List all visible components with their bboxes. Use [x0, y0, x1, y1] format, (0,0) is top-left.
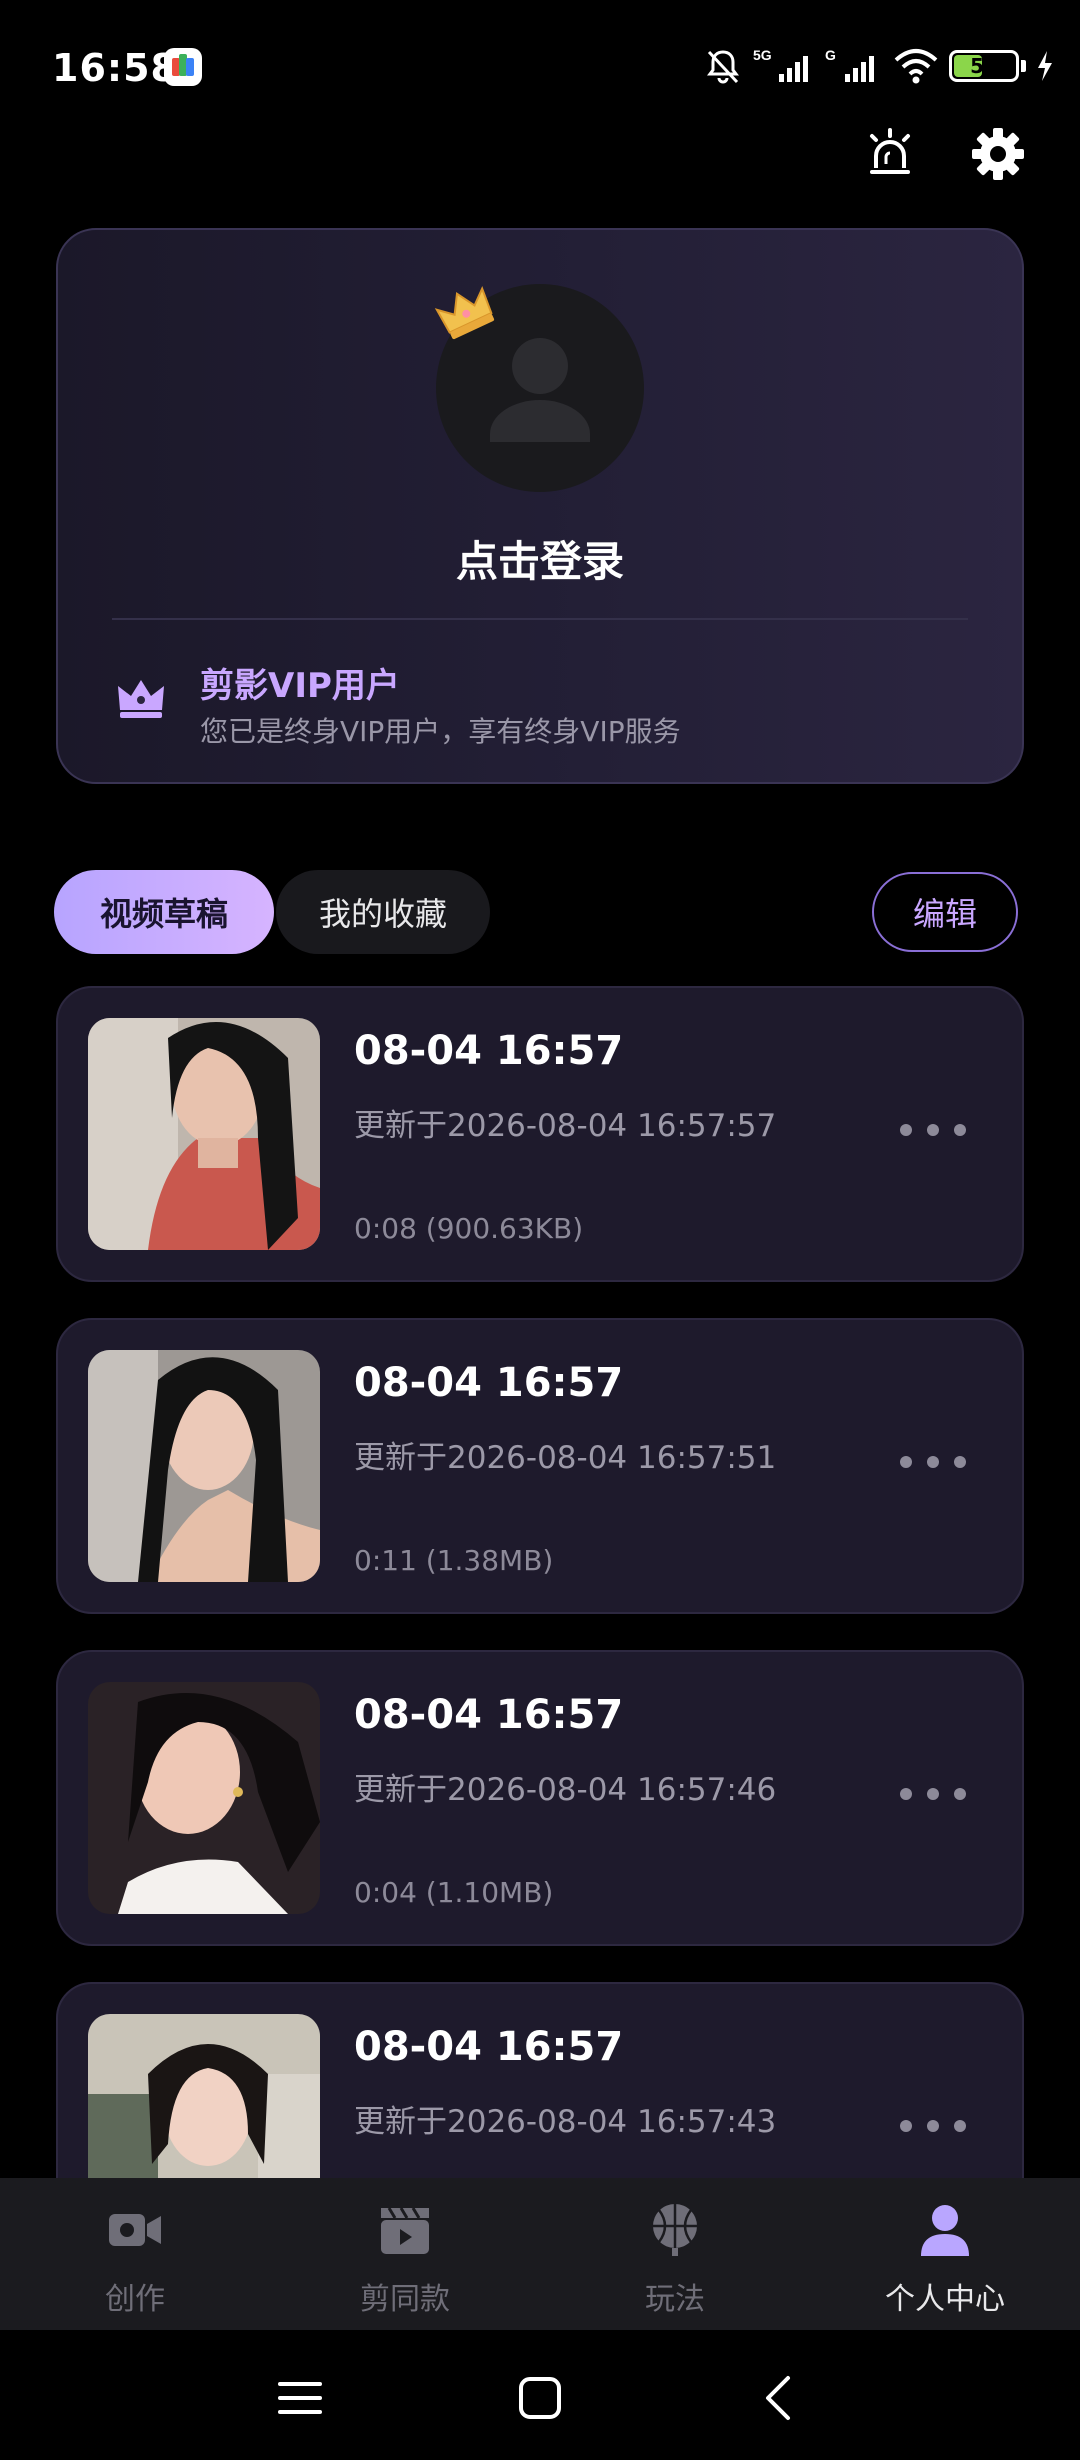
- draft-thumbnail[interactable]: [88, 1682, 320, 1914]
- draft-thumbnail[interactable]: [88, 1018, 320, 1250]
- draft-item[interactable]: 08-04 16:57 更新于2026-08-04 16:57:46 0:04 …: [56, 1650, 1024, 1946]
- status-time: 16:58: [52, 46, 178, 90]
- battery-icon: 50: [949, 50, 1019, 82]
- nav-label: 个人中心: [885, 2282, 1005, 2317]
- tab-video-drafts[interactable]: 视频草稿: [54, 870, 274, 954]
- vip-subtitle: 您已是终身VIP用户，享有终身VIP服务: [200, 715, 681, 748]
- draft-item[interactable]: 08-04 16:57 更新于2026-08-04 16:57:43: [56, 1982, 1024, 2178]
- nav-label: 剪同款: [360, 2282, 450, 2317]
- draft-updated-time: 更新于2026-08-04 16:57:57: [354, 1108, 777, 1144]
- signal-icon-2: G: [825, 47, 874, 82]
- draft-duration-size: 0:11 (1.38MB): [354, 1544, 554, 1577]
- profile-card: 点击登录 剪影VIP用户 您已是终身VIP用户，享有终身VIP服务: [56, 228, 1024, 784]
- card-divider: [112, 618, 968, 620]
- draft-item[interactable]: 08-04 16:57 更新于2026-08-04 16:57:57 0:08 …: [56, 986, 1024, 1282]
- more-options-icon[interactable]: [900, 1782, 966, 1806]
- nav-label: 创作: [105, 2282, 165, 2317]
- vip-crown-icon: [118, 680, 164, 718]
- settings-button[interactable]: [968, 124, 1028, 184]
- more-options-icon[interactable]: [900, 1118, 966, 1142]
- nav-item-play[interactable]: 玩法: [540, 2178, 810, 2330]
- person-icon: [921, 2205, 969, 2256]
- bottom-navigation: 创作 剪同款 玩法 个人中心: [0, 2178, 1080, 2330]
- draft-updated-time: 更新于2026-08-04 16:57:46: [354, 1772, 777, 1808]
- login-prompt[interactable]: 点击登录: [58, 528, 1022, 589]
- vip-crown-badge-icon: [434, 286, 495, 340]
- battery-tip: [1021, 60, 1026, 72]
- draft-updated-time: 更新于2026-08-04 16:57:43: [354, 2104, 777, 2140]
- draft-list[interactable]: 08-04 16:57 更新于2026-08-04 16:57:57 0:08 …: [0, 986, 1080, 2178]
- draft-duration-size: 0:08 (900.63KB): [354, 1212, 584, 1245]
- more-options-icon[interactable]: [900, 1450, 966, 1474]
- wifi-icon: [894, 49, 938, 84]
- vip-title: 剪影VIP用户: [200, 666, 400, 706]
- svg-text:G: G: [825, 47, 836, 63]
- status-icons: 5G G 50: [703, 44, 1054, 88]
- basketball-icon: [653, 2204, 697, 2256]
- nav-item-create[interactable]: 创作: [0, 2178, 270, 2330]
- tab-my-favorites[interactable]: 我的收藏: [276, 870, 490, 954]
- menu-icon[interactable]: [272, 2370, 328, 2426]
- app-notification-icon: [164, 48, 202, 86]
- nav-item-profile[interactable]: 个人中心: [810, 2178, 1080, 2330]
- draft-duration-size: 0:04 (1.10MB): [354, 1876, 554, 1909]
- more-options-icon[interactable]: [900, 2114, 966, 2138]
- draft-thumbnail[interactable]: [88, 2014, 320, 2178]
- nav-item-template[interactable]: 剪同款: [270, 2178, 540, 2330]
- clapperboard-icon: [381, 2207, 429, 2254]
- mute-bell-icon: [707, 50, 739, 84]
- draft-item[interactable]: 08-04 16:57 更新于2026-08-04 16:57:51 0:11 …: [56, 1318, 1024, 1614]
- draft-thumbnail[interactable]: [88, 1350, 320, 1582]
- system-navigation-bar: [0, 2330, 1080, 2460]
- draft-title: 08-04 16:57: [354, 2024, 624, 2070]
- alarm-light-icon: [870, 128, 910, 174]
- svg-text:5G: 5G: [753, 47, 772, 63]
- draft-title: 08-04 16:57: [354, 1028, 624, 1074]
- signal-icon: 5G: [753, 47, 808, 82]
- video-camera-icon: [109, 2214, 161, 2246]
- draft-title: 08-04 16:57: [354, 1692, 624, 1738]
- back-icon[interactable]: [752, 2370, 808, 2426]
- edit-button[interactable]: 编辑: [872, 872, 1018, 952]
- alarm-light-button[interactable]: [860, 124, 920, 184]
- battery-percent: 50: [970, 54, 998, 78]
- home-icon[interactable]: [512, 2370, 568, 2426]
- nav-label: 玩法: [645, 2282, 705, 2317]
- settings-gear-icon: [972, 128, 1024, 180]
- draft-updated-time: 更新于2026-08-04 16:57:51: [354, 1440, 777, 1476]
- charging-icon: [1038, 51, 1052, 81]
- status-bar: 16:58 5G G 50: [0, 0, 1080, 136]
- draft-title: 08-04 16:57: [354, 1360, 624, 1406]
